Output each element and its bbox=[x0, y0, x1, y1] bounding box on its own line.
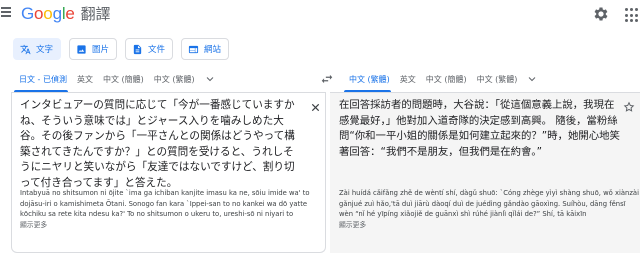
text-translate-icon bbox=[20, 44, 31, 54]
logo-letter: o bbox=[34, 4, 44, 23]
main-menu-icon[interactable] bbox=[0, 5, 14, 19]
apps-grid-icon[interactable] bbox=[625, 8, 640, 23]
show-more-link[interactable]: 顯示更多 bbox=[339, 220, 639, 231]
image-icon bbox=[77, 44, 86, 54]
target-language-bar: 中文 (繁體) 英文 中文 (簡體) 中文 (繁體) bbox=[332, 66, 640, 92]
chevron-down-icon[interactable] bbox=[526, 73, 538, 85]
source-lang-traditional[interactable]: 中文 (繁體) bbox=[149, 66, 200, 92]
mode-label: 圖片 bbox=[92, 45, 110, 55]
target-lang-traditional[interactable]: 中文 (繁體) bbox=[332, 66, 395, 92]
mode-document-button[interactable]: 文件 bbox=[125, 38, 174, 60]
source-romanization: Intabyuā no shitsumon ni ōjite `ima ga i… bbox=[20, 188, 320, 230]
app-header: Google 翻譯 bbox=[0, 0, 640, 30]
target-romanization-text: Zài huídá cǎifǎng zhě de wèntí shí, dàgǔ… bbox=[339, 189, 639, 219]
mode-label: 文字 bbox=[36, 45, 54, 55]
logo-letter: G bbox=[21, 4, 35, 23]
target-panel: 在回答採訪者的問題時，大谷說：「從這個意義上說，我現在感覺最好，」他對加入道奇隊… bbox=[330, 93, 640, 253]
document-icon bbox=[133, 44, 142, 54]
target-lang-simplified[interactable]: 中文 (簡體) bbox=[421, 66, 472, 92]
gear-icon[interactable] bbox=[592, 5, 610, 23]
logo-letter: o bbox=[43, 4, 53, 23]
source-panel: インタビュアーの質問に応じて「今が一番感じていますかね、そういう意味では」とジャ… bbox=[11, 93, 326, 253]
chevron-down-icon[interactable] bbox=[204, 73, 216, 85]
source-lang-simplified[interactable]: 中文 (簡體) bbox=[98, 66, 149, 92]
mode-label: 網站 bbox=[204, 45, 222, 55]
mode-label: 文件 bbox=[148, 45, 166, 55]
target-lang-traditional-alt[interactable]: 中文 (繁體) bbox=[472, 66, 523, 92]
show-more-link[interactable]: 顯示更多 bbox=[20, 220, 320, 231]
target-lang-english[interactable]: 英文 bbox=[395, 66, 421, 92]
mode-tabs: 文字 圖片 文件 網站 bbox=[13, 38, 230, 60]
google-logo[interactable]: Google 翻譯 bbox=[21, 3, 110, 24]
source-romanization-text: Intabyuā no shitsumon ni ōjite `ima ga i… bbox=[20, 189, 310, 219]
target-romanization: Zài huídá cǎifǎng zhě de wèntí shí, dàgǔ… bbox=[339, 188, 639, 230]
close-icon[interactable] bbox=[310, 102, 321, 113]
source-language-bar: 日文 - 已偵測 英文 中文 (簡體) 中文 (繁體) bbox=[0, 66, 318, 92]
logo-letter: g bbox=[52, 4, 62, 23]
star-icon[interactable] bbox=[623, 101, 635, 113]
mode-text-button[interactable]: 文字 bbox=[13, 38, 62, 60]
translation-output: 在回答採訪者的問題時，大谷說：「從這個意義上說，我現在感覺最好，」他對加入道奇隊… bbox=[339, 99, 620, 158]
mode-website-button[interactable]: 網站 bbox=[181, 38, 230, 60]
source-lang-detected[interactable]: 日文 - 已偵測 bbox=[0, 66, 72, 92]
source-lang-english[interactable]: 英文 bbox=[72, 66, 98, 92]
source-text-input[interactable]: インタビュアーの質問に応じて「今が一番感じていますかね、そういう意味では」とジャ… bbox=[20, 98, 302, 192]
mode-image-button[interactable]: 圖片 bbox=[69, 38, 118, 60]
product-name: 翻譯 bbox=[80, 5, 111, 23]
logo-letter: e bbox=[65, 4, 75, 23]
website-icon bbox=[188, 45, 199, 53]
